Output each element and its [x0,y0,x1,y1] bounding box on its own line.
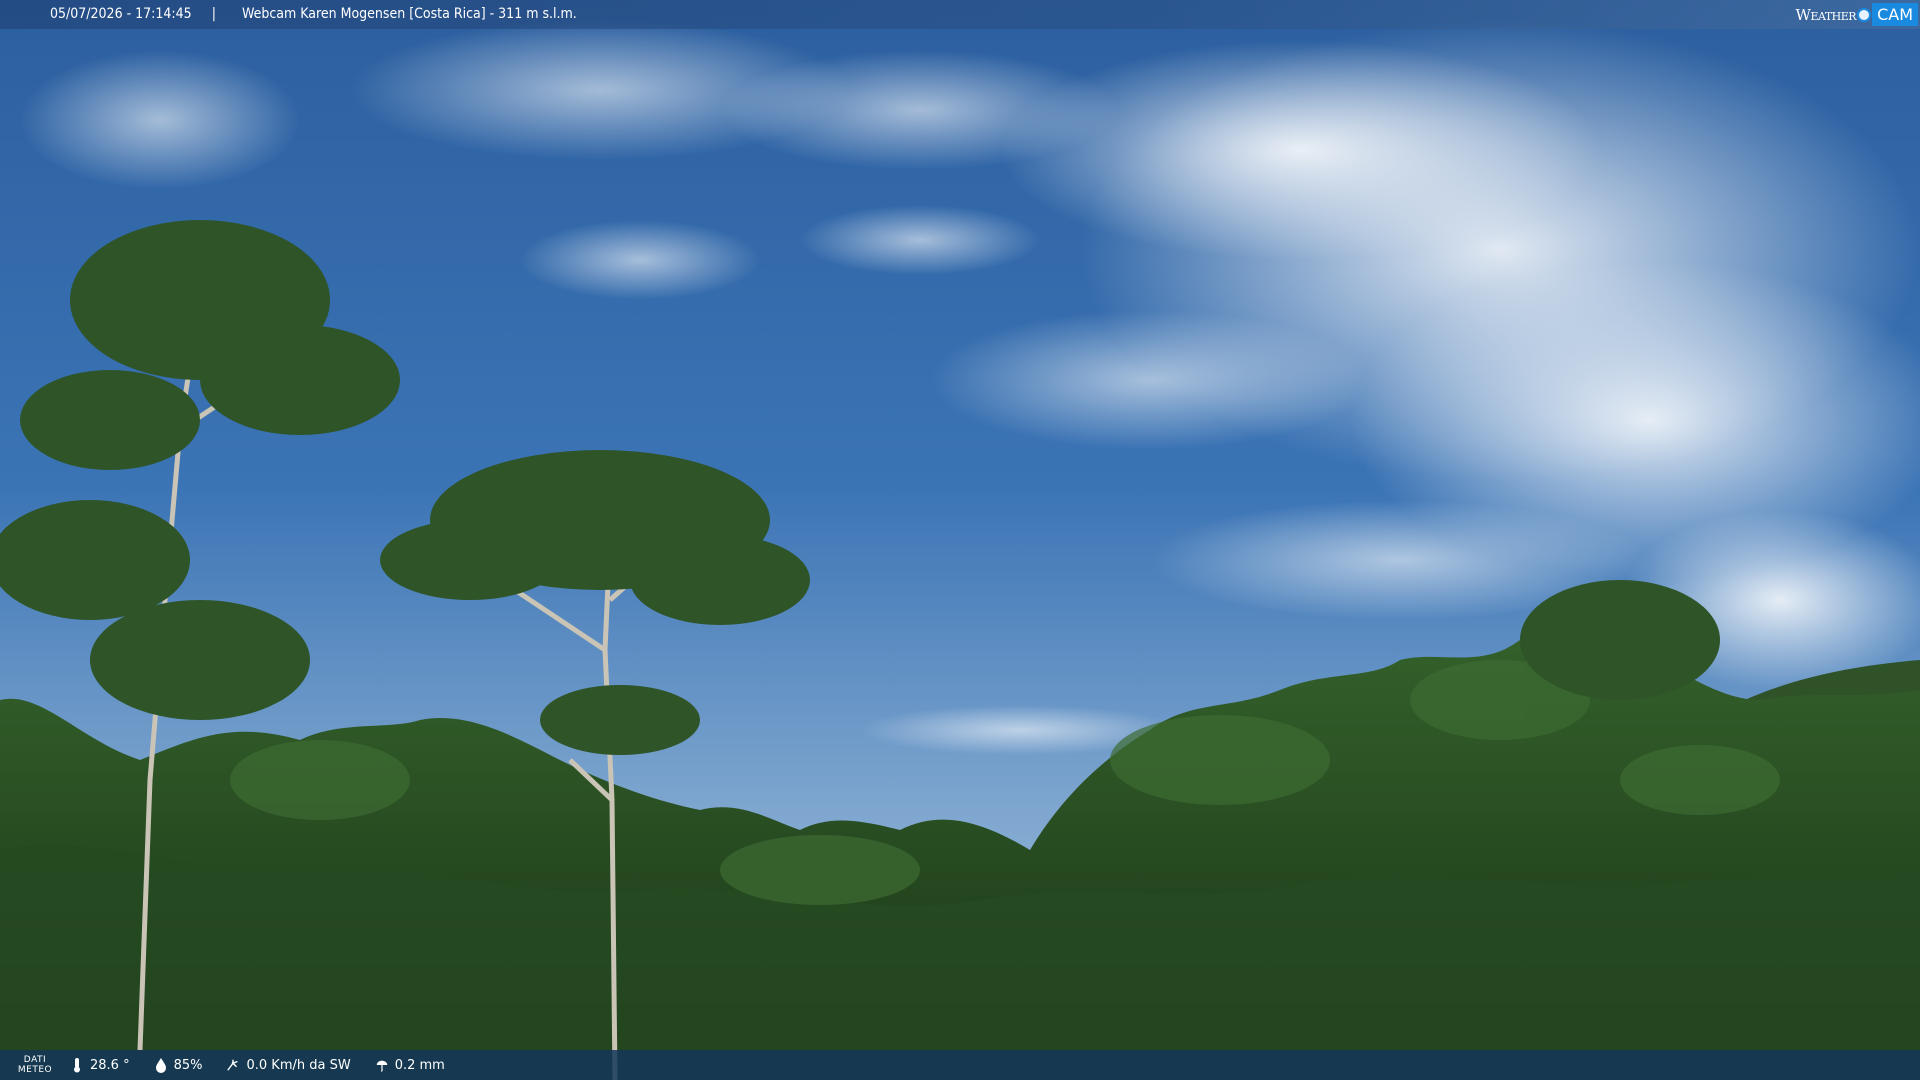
wind-value: 0.0 Km/h da SW [246,1057,351,1073]
meteo-label: METEO [17,1065,53,1075]
landscape-scene [0,0,1920,1080]
temperature-value: 28.6 ° [90,1057,130,1073]
logo-cam-text: CAM [1872,3,1918,26]
wind-icon [227,1059,239,1071]
humidity-value: 85% [173,1057,203,1073]
timestamp: 05/07/2026 - 17:14:45 [50,6,192,22]
webcam-image [0,0,1920,1080]
title-separator: | [211,6,216,22]
weathercam-logo: Weather CAM [1796,2,1918,27]
temperature-reading: 28.6 ° [70,1057,130,1073]
webcam-title: Webcam Karen Mogensen [Costa Rica] - 311… [241,6,577,22]
rain-value: 0.2 mm [394,1057,445,1073]
humidity-reading: 85% [154,1057,203,1073]
thermometer-icon [74,1058,80,1073]
droplet-icon [155,1058,166,1073]
wind-reading: 0.0 Km/h da SW [226,1057,351,1073]
logo-dot-icon [1857,7,1872,22]
rain-icon [376,1060,387,1072]
dati-label: DATI [23,1055,47,1065]
weather-data-bar: DATI METEO 28.6 ° 85% 0.0 Km/h da SW 0.2… [0,1050,1920,1080]
logo-weather-text: Weather [1795,5,1857,24]
rain-reading: 0.2 mm [375,1057,445,1073]
top-overlay-bar: 05/07/2026 - 17:14:45 | Webcam Karen Mog… [0,0,1920,29]
dati-meteo-label: DATI METEO [0,1055,70,1075]
